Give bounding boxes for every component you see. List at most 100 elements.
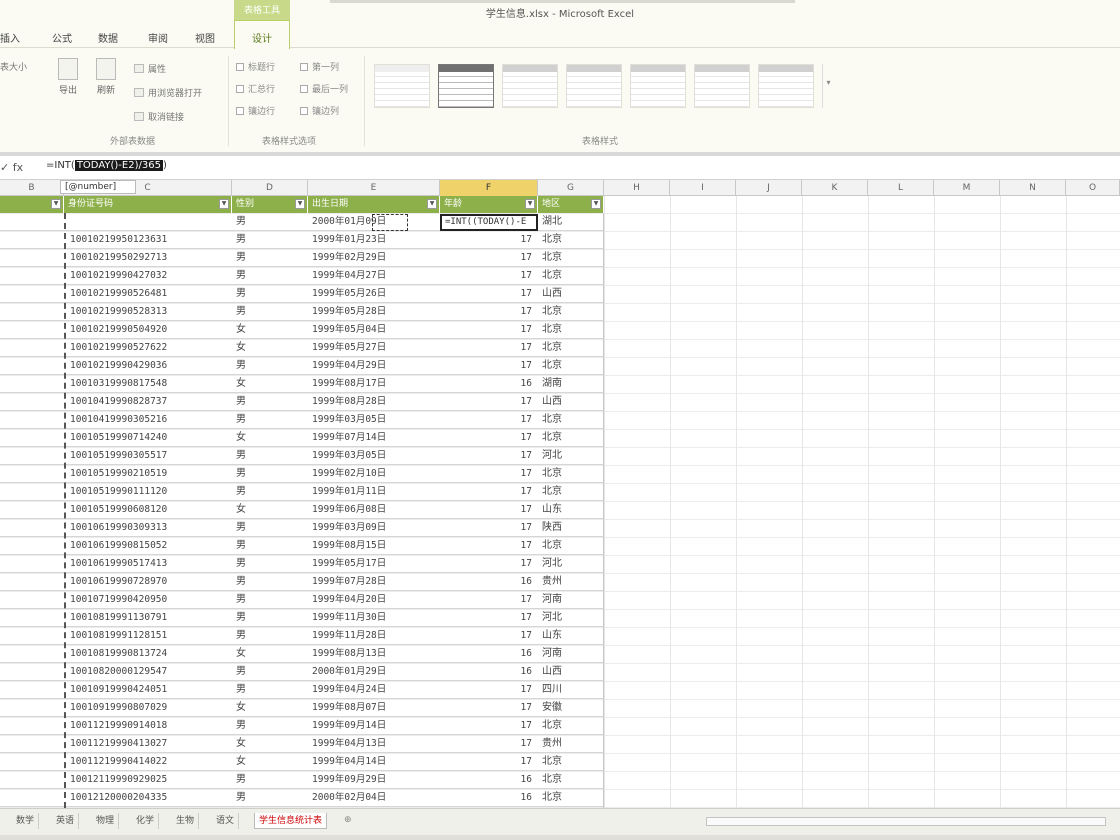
column-header-j[interactable]: J — [736, 180, 802, 196]
birthdate-cell[interactable]: 1999年11月28日 — [312, 627, 438, 645]
birthdate-cell[interactable]: 1999年03月05日 — [312, 447, 438, 465]
birthdate-cell[interactable]: 1999年04月29日 — [312, 357, 438, 375]
table-style-swatch[interactable] — [566, 64, 622, 108]
birthdate-cell[interactable]: 1999年02月29日 — [312, 249, 438, 267]
table-header-gender[interactable]: 性别 ▼ — [232, 196, 308, 213]
region-cell[interactable]: 北京 — [542, 771, 602, 789]
id-cell[interactable]: 10010919990807029 — [70, 699, 230, 717]
region-cell[interactable]: 贵州 — [542, 735, 602, 753]
table-style-swatch[interactable] — [502, 64, 558, 108]
active-cell-editor[interactable]: =INT((TODAY()-E — [440, 214, 538, 231]
table-style-swatch[interactable] — [694, 64, 750, 108]
region-cell[interactable]: 北京 — [542, 483, 602, 501]
region-cell[interactable]: 北京 — [542, 303, 602, 321]
column-header-n[interactable]: N — [1000, 180, 1066, 196]
age-cell[interactable]: 16 — [440, 645, 536, 663]
birthdate-cell[interactable]: 1999年11月30日 — [312, 609, 438, 627]
region-cell[interactable]: 山西 — [542, 663, 602, 681]
gender-cell[interactable]: 男 — [236, 357, 306, 375]
region-cell[interactable]: 北京 — [542, 789, 602, 807]
region-cell[interactable]: 北京 — [542, 717, 602, 735]
id-cell[interactable]: 10010219990427032 — [70, 267, 230, 285]
age-cell[interactable]: 17 — [440, 627, 536, 645]
age-cell[interactable]: 17 — [440, 447, 536, 465]
region-cell[interactable]: 山东 — [542, 627, 602, 645]
unlink-button[interactable]: 取消链接 — [134, 110, 184, 123]
region-cell[interactable]: 湖南 — [542, 375, 602, 393]
gender-cell[interactable]: 女 — [236, 753, 306, 771]
column-header-o[interactable]: O — [1066, 180, 1120, 196]
horizontal-scrollbar[interactable] — [706, 817, 1106, 826]
properties-button[interactable]: 属性 — [134, 62, 166, 75]
birthdate-cell[interactable]: 1999年08月07日 — [312, 699, 438, 717]
age-cell[interactable]: 17 — [440, 591, 536, 609]
id-cell[interactable]: 10010219950292713 — [70, 249, 230, 267]
age-cell[interactable]: 17 — [440, 609, 536, 627]
table-style-swatch[interactable] — [758, 64, 814, 108]
column-header-d[interactable]: D — [232, 180, 308, 196]
age-cell[interactable]: 17 — [440, 465, 536, 483]
region-cell[interactable]: 河北 — [542, 609, 602, 627]
tab-formulas[interactable]: 公式 — [52, 30, 72, 45]
id-cell[interactable]: 10012120000204335 — [70, 789, 230, 807]
age-cell[interactable]: 17 — [440, 735, 536, 753]
filter-dropdown-icon[interactable]: ▼ — [219, 199, 229, 209]
id-cell[interactable]: 10010819991128151 — [70, 627, 230, 645]
birthdate-cell[interactable]: 1999年09月29日 — [312, 771, 438, 789]
banded-columns-checkbox[interactable]: 镶边列 — [300, 104, 339, 117]
birthdate-cell[interactable]: 1999年05月17日 — [312, 555, 438, 573]
age-cell[interactable]: 17 — [440, 753, 536, 771]
column-header-b[interactable]: B — [0, 180, 64, 196]
column-header-g[interactable]: G — [538, 180, 604, 196]
id-cell[interactable]: 10010619990728970 — [70, 573, 230, 591]
region-cell[interactable]: 山西 — [542, 393, 602, 411]
age-cell[interactable]: 17 — [440, 357, 536, 375]
id-cell[interactable]: 10010519990210519 — [70, 465, 230, 483]
birthdate-cell[interactable]: 1999年02月10日 — [312, 465, 438, 483]
birthdate-cell[interactable]: 1999年04月13日 — [312, 735, 438, 753]
birthdate-cell[interactable]: 1999年07月28日 — [312, 573, 438, 591]
gender-cell[interactable]: 男 — [236, 411, 306, 429]
region-cell[interactable]: 湖北 — [542, 213, 602, 231]
tab-view[interactable]: 视图 — [195, 30, 215, 45]
age-cell[interactable]: 17 — [440, 537, 536, 555]
refresh-button[interactable]: 刷新 — [96, 58, 116, 96]
id-cell[interactable]: 10010619990309313 — [70, 519, 230, 537]
gender-cell[interactable]: 女 — [236, 735, 306, 753]
column-header-l[interactable]: L — [868, 180, 934, 196]
age-cell[interactable]: 16 — [440, 789, 536, 807]
tab-review[interactable]: 审阅 — [148, 30, 168, 45]
birthdate-cell[interactable]: 1999年08月13日 — [312, 645, 438, 663]
table-style-swatch[interactable] — [374, 64, 430, 108]
birthdate-cell[interactable]: 1999年04月27日 — [312, 267, 438, 285]
insert-sheet-icon[interactable]: ⊕ — [344, 815, 352, 825]
id-cell[interactable]: 10011219990914018 — [70, 717, 230, 735]
sheet-tab-english[interactable]: 英语 — [52, 813, 80, 829]
birthdate-cell[interactable]: 1999年07月14日 — [312, 429, 438, 447]
id-cell[interactable]: 10010519990608120 — [70, 501, 230, 519]
region-cell[interactable]: 贵州 — [542, 573, 602, 591]
gender-cell[interactable]: 女 — [236, 375, 306, 393]
gender-cell[interactable]: 男 — [236, 717, 306, 735]
gender-cell[interactable]: 男 — [236, 303, 306, 321]
age-cell[interactable]: 17 — [440, 501, 536, 519]
birthdate-cell[interactable]: 1999年06月08日 — [312, 501, 438, 519]
age-cell[interactable]: 17 — [440, 483, 536, 501]
id-cell[interactable]: 10010219990528313 — [70, 303, 230, 321]
filter-dropdown-icon[interactable]: ▼ — [427, 199, 437, 209]
formula-confirm-fx-icon[interactable]: ✓ fx — [0, 161, 23, 174]
gender-cell[interactable]: 男 — [236, 771, 306, 789]
birthdate-cell[interactable]: 1999年08月28日 — [312, 393, 438, 411]
id-cell[interactable]: 10010419990828737 — [70, 393, 230, 411]
gender-cell[interactable]: 男 — [236, 213, 306, 231]
sheet-tab-chinese[interactable]: 语文 — [212, 813, 240, 829]
id-cell[interactable]: 10010820000129547 — [70, 663, 230, 681]
id-cell[interactable]: 10010219990504920 — [70, 321, 230, 339]
birthdate-cell[interactable]: 1999年09月14日 — [312, 717, 438, 735]
total-row-checkbox[interactable]: 汇总行 — [236, 82, 275, 95]
gender-cell[interactable]: 男 — [236, 483, 306, 501]
tab-design[interactable]: 设计 — [234, 20, 290, 49]
region-cell[interactable]: 四川 — [542, 681, 602, 699]
table-header-region[interactable]: 地区 ▼ — [538, 196, 604, 213]
id-cell[interactable]: 10010619990815052 — [70, 537, 230, 555]
